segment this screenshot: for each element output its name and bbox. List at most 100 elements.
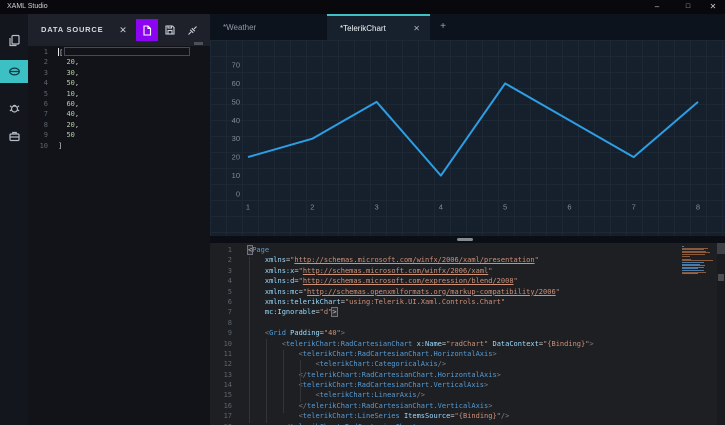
line-content: 40,	[58, 109, 79, 119]
token: ,	[74, 68, 80, 77]
activity-item-documents[interactable]	[0, 28, 28, 52]
tab-close-button[interactable]: ✕	[413, 24, 430, 33]
code-line[interactable]: 13 </telerikChart:RadCartesianChart.Hori…	[210, 370, 710, 380]
code-line[interactable]: 2 xmlns="http://schemas.microsoft.com/wi…	[210, 255, 710, 265]
line-content: </telerikChart:RadCartesianChart.Vertica…	[248, 401, 493, 411]
code-line[interactable]: 5 10,	[28, 89, 203, 99]
x-axis-tick-label: 1	[246, 203, 250, 212]
token: "	[488, 266, 493, 275]
line-number: 4	[227, 277, 232, 286]
token: "	[513, 277, 518, 286]
line-content: [	[58, 47, 191, 57]
line-number: 6	[227, 297, 232, 306]
close-window-button[interactable]: ✕	[702, 0, 724, 14]
line-content: <telerikChart:LinearAxis/>	[248, 390, 425, 400]
token: "40"	[323, 329, 341, 338]
token: http://schemas.microsoft.com/expression/…	[302, 277, 514, 286]
x-axis-tick-label: 2	[310, 203, 314, 212]
code-line[interactable]: 3 xmlns:x="http://schemas.microsoft.com/…	[210, 266, 710, 276]
code-line[interactable]: 9 <Grid Padding="40">	[210, 328, 710, 338]
code-editor-scrollbar[interactable]	[717, 243, 725, 425]
code-line[interactable]: 1 <Page	[210, 245, 710, 255]
y-axis-tick-label: 40	[232, 116, 240, 125]
line-number: 12	[223, 360, 232, 369]
code-line[interactable]: 10 <telerikChart:RadCartesianChart x:Nam…	[210, 339, 710, 349]
scrollbar-thumb[interactable]	[717, 243, 725, 254]
token: >	[340, 329, 345, 338]
token: [	[59, 49, 64, 57]
new-data-file-button[interactable]	[136, 19, 158, 41]
tab-weather[interactable]: *Weather	[210, 14, 327, 40]
close-panel-button[interactable]: ✕	[112, 19, 134, 41]
panel-title: DATA SOURCE	[41, 25, 104, 34]
x-axis-tick-label: 5	[503, 203, 507, 212]
data-source-editor[interactable]: 1[2 20, 3 30, 4 50, 5 10, 6 60, 7 40, 8 20, 9 5…	[28, 47, 203, 425]
line-number: 5	[43, 89, 48, 98]
disconnect-icon	[187, 25, 197, 35]
code-line[interactable]: 7 40,	[28, 109, 203, 119]
activity-item-data-source[interactable]	[0, 60, 28, 83]
activity-item-debug[interactable]	[0, 96, 28, 120]
horizontal-splitter[interactable]	[210, 236, 725, 243]
code-line[interactable]: 14 <telerikChart:RadCartesianChart.Verti…	[210, 380, 710, 390]
token: xmlns	[264, 256, 286, 265]
minimize-button[interactable]: –	[646, 0, 668, 14]
data-source-scrollbar-thumb[interactable]	[194, 42, 203, 45]
code-line[interactable]: 16 </telerikChart:RadCartesianChart.Vert…	[210, 401, 710, 411]
code-line[interactable]: 1[	[28, 47, 203, 57]
code-line[interactable]: 17 <telerikChart:LineSeries ItemsSource=…	[210, 411, 710, 421]
maximize-button[interactable]: □	[677, 0, 699, 14]
xaml-code-editor[interactable]: 1 <Page 2 xmlns="http://schemas.microsoft.…	[210, 243, 725, 425]
y-axis-tick-label: 20	[232, 153, 240, 162]
code-line[interactable]: 12 <telerikChart:CategoricalAxis/>	[210, 359, 710, 369]
line-content: xmlns:d="http://schemas.microsoft.com/ex…	[248, 276, 518, 286]
activity-bar	[0, 14, 28, 425]
code-line[interactable]: 15 <telerikChart:LinearAxis/>	[210, 390, 710, 400]
line-content: <Grid Padding="40">	[248, 328, 345, 338]
activity-item-toolbox[interactable]	[0, 124, 28, 148]
code-line[interactable]: 2 20,	[28, 57, 203, 67]
line-number: 3	[227, 266, 232, 275]
token: />	[500, 412, 510, 421]
code-line[interactable]: 4 50,	[28, 78, 203, 88]
token: ,	[74, 120, 80, 129]
code-line[interactable]: 8	[210, 318, 710, 328]
minimap[interactable]	[682, 246, 716, 275]
new-tab-button[interactable]: +	[434, 14, 452, 40]
code-line[interactable]: 6 60,	[28, 99, 203, 109]
line-number: 18	[210, 422, 232, 425]
line-content: 20,	[58, 120, 79, 130]
code-line[interactable]: 10]	[28, 141, 203, 151]
code-line[interactable]: 18 </telerikChart:RadCartesianChart>	[210, 422, 710, 425]
token: 20	[66, 58, 75, 67]
code-line[interactable]: 3 30,	[28, 68, 203, 78]
code-line[interactable]: 5 xmlns:mc="http://schemas.openxmlformat…	[210, 287, 710, 297]
token: telerikChart:LineSeries	[302, 412, 400, 421]
token: "{Binding}"	[543, 339, 590, 348]
disconnect-data-button[interactable]	[181, 19, 203, 41]
code-line[interactable]: 6 xmlns:telerikChart="using:Telerik.UI.X…	[210, 297, 710, 307]
code-editor-content[interactable]: 1 <Page 2 xmlns="http://schemas.microsoft.…	[210, 245, 710, 425]
token: 10	[66, 89, 75, 98]
code-line[interactable]: 8 20,	[28, 120, 203, 130]
x-axis-tick-label: 4	[439, 203, 443, 212]
token: />	[437, 360, 447, 369]
save-data-button[interactable]	[159, 19, 181, 41]
code-line[interactable]: 7 mc:Ignorable="d">	[210, 307, 710, 318]
code-line[interactable]: 4 xmlns:d="http://schemas.microsoft.com/…	[210, 276, 710, 286]
token: telerikChart:LinearAxis	[319, 391, 417, 400]
token: "d"	[319, 308, 333, 317]
code-line[interactable]: 9 50	[28, 130, 203, 140]
line-number: 11	[223, 349, 232, 358]
line-content: mc:Ignorable="d">	[248, 307, 338, 318]
token: "radChart"	[446, 339, 489, 348]
token: Page	[252, 246, 270, 254]
splitter-grip-icon[interactable]	[457, 238, 473, 241]
token: xmlns:d	[264, 277, 295, 286]
tab-telerikchart[interactable]: *TelerikChart ✕	[327, 14, 430, 40]
code-line[interactable]: 11 <telerikChart:RadCartesianChart.Horiz…	[210, 349, 710, 359]
line-number: 9	[43, 131, 48, 140]
line-number: 17	[223, 412, 232, 421]
line-number: 7	[43, 110, 48, 119]
